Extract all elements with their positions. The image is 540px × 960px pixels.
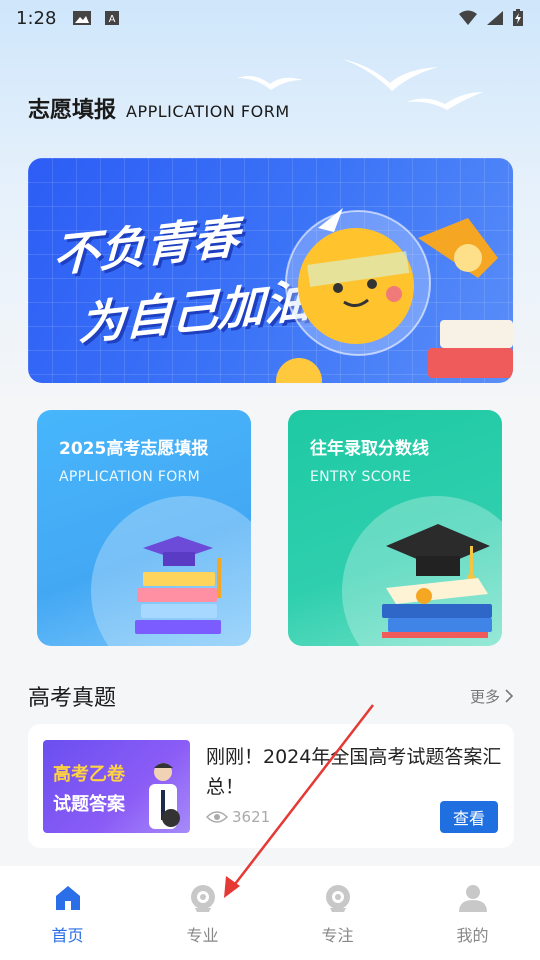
exam-section-header: 高考真题 更多: [28, 680, 514, 712]
section-title: 高考真题: [28, 686, 117, 711]
thumb-text-line1: 高考乙卷: [53, 764, 125, 785]
more-label: 更多: [469, 687, 500, 706]
nav-label-major: 专业: [186, 926, 219, 945]
scientist-figure-icon: [149, 763, 180, 829]
nav-item-profile[interactable]: 我的: [405, 866, 540, 960]
nav-item-major[interactable]: 专业: [135, 866, 270, 960]
keyboard-a-icon: A: [105, 11, 120, 25]
graduation-cap-icon: [382, 524, 492, 638]
page-header: 志愿填报 APPLICATION FORM: [28, 92, 290, 124]
eye-icon: [206, 811, 228, 823]
article-thumbnail: 高考乙卷 试题答案: [43, 740, 190, 833]
focus-icon: [325, 885, 350, 912]
svg-text:A: A: [109, 14, 116, 25]
card-title: 2025高考志愿填报: [59, 439, 209, 459]
status-time: 1:28: [16, 7, 57, 29]
card-application-form[interactable]: 2025高考志愿填报 APPLICATION FORM: [37, 410, 251, 646]
more-link[interactable]: 更多: [470, 686, 514, 707]
article-views: 3621: [206, 808, 270, 826]
promo-banner[interactable]: 不负青春 为自己加油: [28, 158, 513, 383]
bird-icon: [407, 92, 483, 110]
signal-icon: [487, 11, 503, 25]
major-icon: [190, 885, 215, 912]
status-right: [458, 9, 524, 27]
card-subtitle: APPLICATION FORM: [59, 469, 200, 485]
home-icon: [55, 886, 80, 910]
nav-label-profile: 我的: [456, 926, 489, 945]
card-entry-score[interactable]: 往年录取分数线 ENTRY SCORE: [288, 410, 502, 646]
bottom-nav: 首页 专业 专注 我的: [0, 866, 540, 960]
page-title: 志愿填报: [28, 98, 117, 123]
profile-icon: [458, 885, 487, 912]
nav-item-home[interactable]: 首页: [0, 866, 135, 960]
bird-icon: [237, 76, 303, 90]
wifi-icon: [459, 10, 477, 25]
battery-charging-icon: [513, 9, 523, 26]
banner-illustration: [285, 208, 513, 378]
nav-label-focus: 专注: [321, 926, 354, 945]
books-icon: [135, 536, 221, 634]
gallery-icon: [73, 11, 92, 25]
view-article-button[interactable]: 查看: [440, 801, 498, 833]
view-count: 3621: [232, 808, 271, 826]
article-card[interactable]: 高考乙卷 试题答案 刚刚！2024年全国高考试题答案汇总！ 3621 查看: [28, 724, 514, 848]
nav-item-focus[interactable]: 专注: [270, 866, 405, 960]
article-title: 刚刚！2024年全国高考试题答案汇总！: [206, 746, 502, 798]
card-title: 往年录取分数线: [310, 439, 429, 459]
page-subtitle: APPLICATION FORM: [126, 102, 290, 121]
card-subtitle: ENTRY SCORE: [310, 469, 412, 485]
thumb-text-line2: 试题答案: [53, 794, 125, 815]
status-bar: 1:28 A: [0, 0, 540, 36]
chevron-right-icon: [505, 689, 514, 703]
nav-label-home: 首页: [51, 926, 84, 945]
